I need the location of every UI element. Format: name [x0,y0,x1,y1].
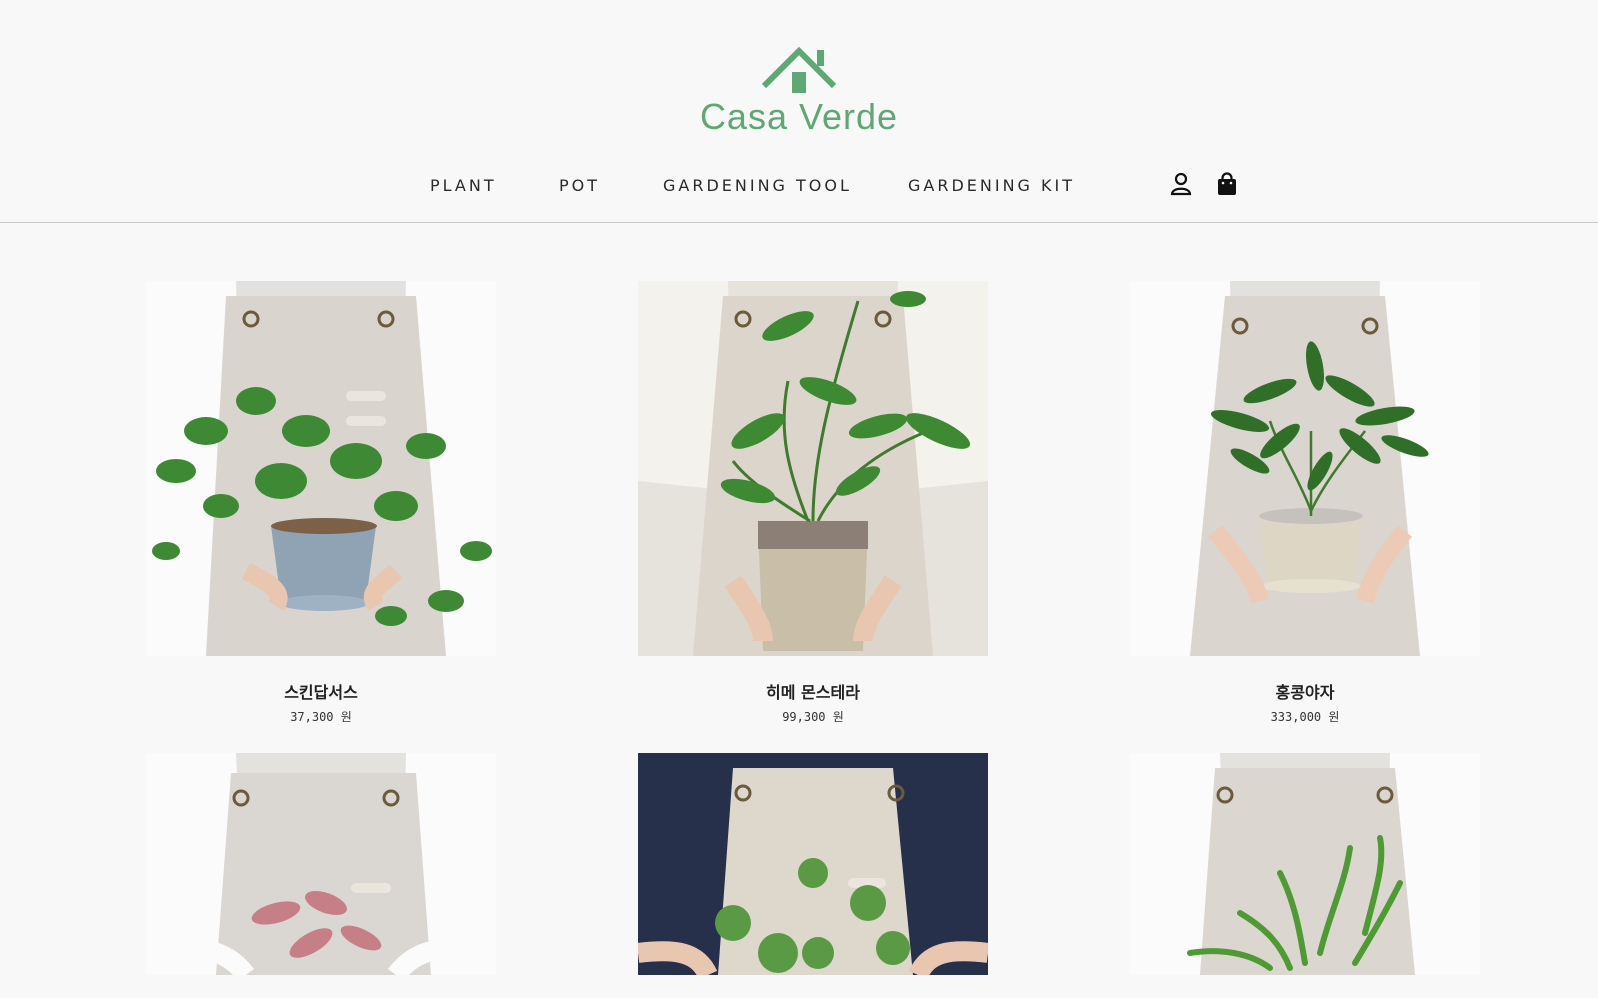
site-header: Casa Verde PLANT POT GARDENING TOOL GARD… [0,0,1598,223]
product-name[interactable]: 스킨답서스 [146,679,496,703]
product-price: 99,300 원 [782,710,844,724]
product-card[interactable]: 스킨답서스 37,300 원 [146,281,496,725]
brand-name: Casa Verde [699,96,899,137]
brand-logo[interactable]: Casa Verde [0,44,1598,138]
product-card[interactable] [638,753,988,998]
product-image[interactable] [1130,281,1480,656]
product-card[interactable]: 홍콩야자 333,000 원 [1130,281,1480,725]
product-price: 37,300 원 [290,710,352,724]
product-image[interactable] [638,281,988,656]
product-card[interactable] [1130,753,1480,998]
nav-item-gardening-tool[interactable]: GARDENING TOOL [663,176,852,195]
house-logo-icon [761,46,837,93]
product-name[interactable]: 히메 몬스테라 [638,679,988,703]
nav-item-plant[interactable]: PLANT [430,176,497,195]
product-image[interactable] [1130,753,1480,975]
user-icon[interactable] [1168,171,1194,197]
product-price: 333,000 원 [1270,710,1340,724]
shopping-bag-icon[interactable] [1214,171,1240,197]
product-card[interactable]: 히메 몬스테라 99,300 원 [638,281,988,725]
product-name[interactable]: 홍콩야자 [1130,679,1480,703]
product-image[interactable] [638,753,988,975]
main-nav: PLANT POT GARDENING TOOL GARDENING KIT [0,176,1598,200]
nav-item-pot[interactable]: POT [559,176,600,195]
product-image[interactable] [146,753,496,975]
nav-item-gardening-kit[interactable]: GARDENING KIT [908,176,1075,195]
product-image[interactable] [146,281,496,656]
product-card[interactable] [146,753,496,998]
